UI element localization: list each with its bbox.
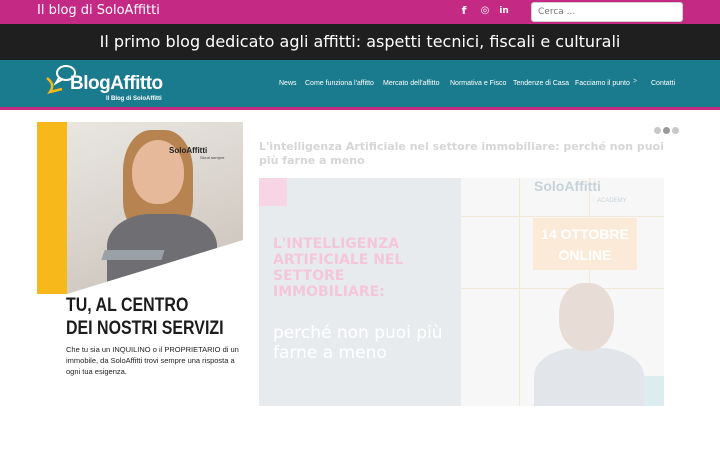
nav-divider <box>0 107 720 110</box>
site-name[interactable]: Il blog di SoloAffitti <box>37 3 160 18</box>
slide-headline: L'INTELLIGENZA ARTIFICIALE NEL SETTORE I… <box>273 236 404 300</box>
ad-brand-sub: Sicuri sempre <box>200 155 225 160</box>
top-bar: Il blog di SoloAffitti f ◎ in <box>0 0 720 24</box>
linkedin-icon[interactable]: in <box>497 4 511 18</box>
slider-dot-3[interactable] <box>672 127 679 134</box>
slide-subheadline: perché non puoi più farne a meno <box>273 323 443 363</box>
nav-item-facciamo-punto[interactable]: Facciamo il punto <box>575 80 630 87</box>
slide-teal-square <box>644 376 664 406</box>
slide-image[interactable]: L'INTELLIGENZA ARTIFICIALE NEL SETTORE I… <box>259 178 664 406</box>
slide-grid-line <box>519 178 520 406</box>
ad-yellow-stripe <box>37 122 67 294</box>
instagram-icon[interactable]: ◎ <box>478 4 492 18</box>
slide-date-line-1: 14 OTTOBRE <box>541 226 629 242</box>
ad-headline-line-2: DEI NOSTRI SERVIZI <box>66 318 224 339</box>
slider-dot-2[interactable] <box>663 127 670 134</box>
nav-item-come-funziona[interactable]: Come funziona l'affitto <box>305 80 374 87</box>
nav-item-tendenze[interactable]: Tendenze di Casa <box>513 80 569 87</box>
search-input[interactable] <box>531 2 683 22</box>
submenu-arrow-icon: > <box>633 78 638 85</box>
slide-pink-block <box>259 178 287 206</box>
blogaffitto-logo[interactable]: BlogAffitto Il Blog di SoloAffitti <box>44 64 164 106</box>
slide-academy-brand: SoloAffitti <box>534 178 601 194</box>
solo-affitti-ad-banner[interactable]: SoloAffitti Sicuri sempre TU, AL CENTRO … <box>37 122 243 406</box>
nav-item-normativa[interactable]: Normativa e Fisco <box>450 80 506 87</box>
ad-brand: SoloAffitti <box>169 146 208 155</box>
ad-headline: TU, AL CENTRO DEI NOSTRI SERVIZI <box>66 294 224 340</box>
slide-academy-sub: ACADEMY <box>597 198 627 204</box>
tagline-bar: Il primo blog dedicato agli affitti: asp… <box>0 24 720 60</box>
logo-subtitle: Il Blog di SoloAffitti <box>106 96 162 102</box>
speaker-body <box>534 348 644 406</box>
facebook-icon[interactable]: f <box>457 4 471 18</box>
tagline-text: Il primo blog dedicato agli affitti: asp… <box>99 32 621 51</box>
slide-grid-line <box>461 216 664 217</box>
slider-dot-1[interactable] <box>654 127 661 134</box>
slide-title-link[interactable]: L'intelligenza Artificiale nel settore i… <box>259 140 669 168</box>
ad-photo <box>67 122 243 294</box>
nav-item-news[interactable]: News <box>279 80 297 87</box>
nav-item-contatti[interactable]: Contatti <box>651 80 675 87</box>
slide-date: 14 OTTOBRE ONLINE <box>533 224 637 266</box>
ad-body: Che tu sia un INQUILINO o il PROPRIETARI… <box>66 345 239 376</box>
ad-photo-cut <box>67 240 243 294</box>
slide-grid-line <box>461 288 664 289</box>
logo-text: BlogAffitto <box>70 73 163 94</box>
slide-date-line-2: ONLINE <box>558 247 612 263</box>
speaker-head <box>559 283 614 351</box>
ad-headline-line-1: TU, AL CENTRO <box>66 295 189 316</box>
nav-item-mercato[interactable]: Mercato dell'affitto <box>383 80 439 87</box>
